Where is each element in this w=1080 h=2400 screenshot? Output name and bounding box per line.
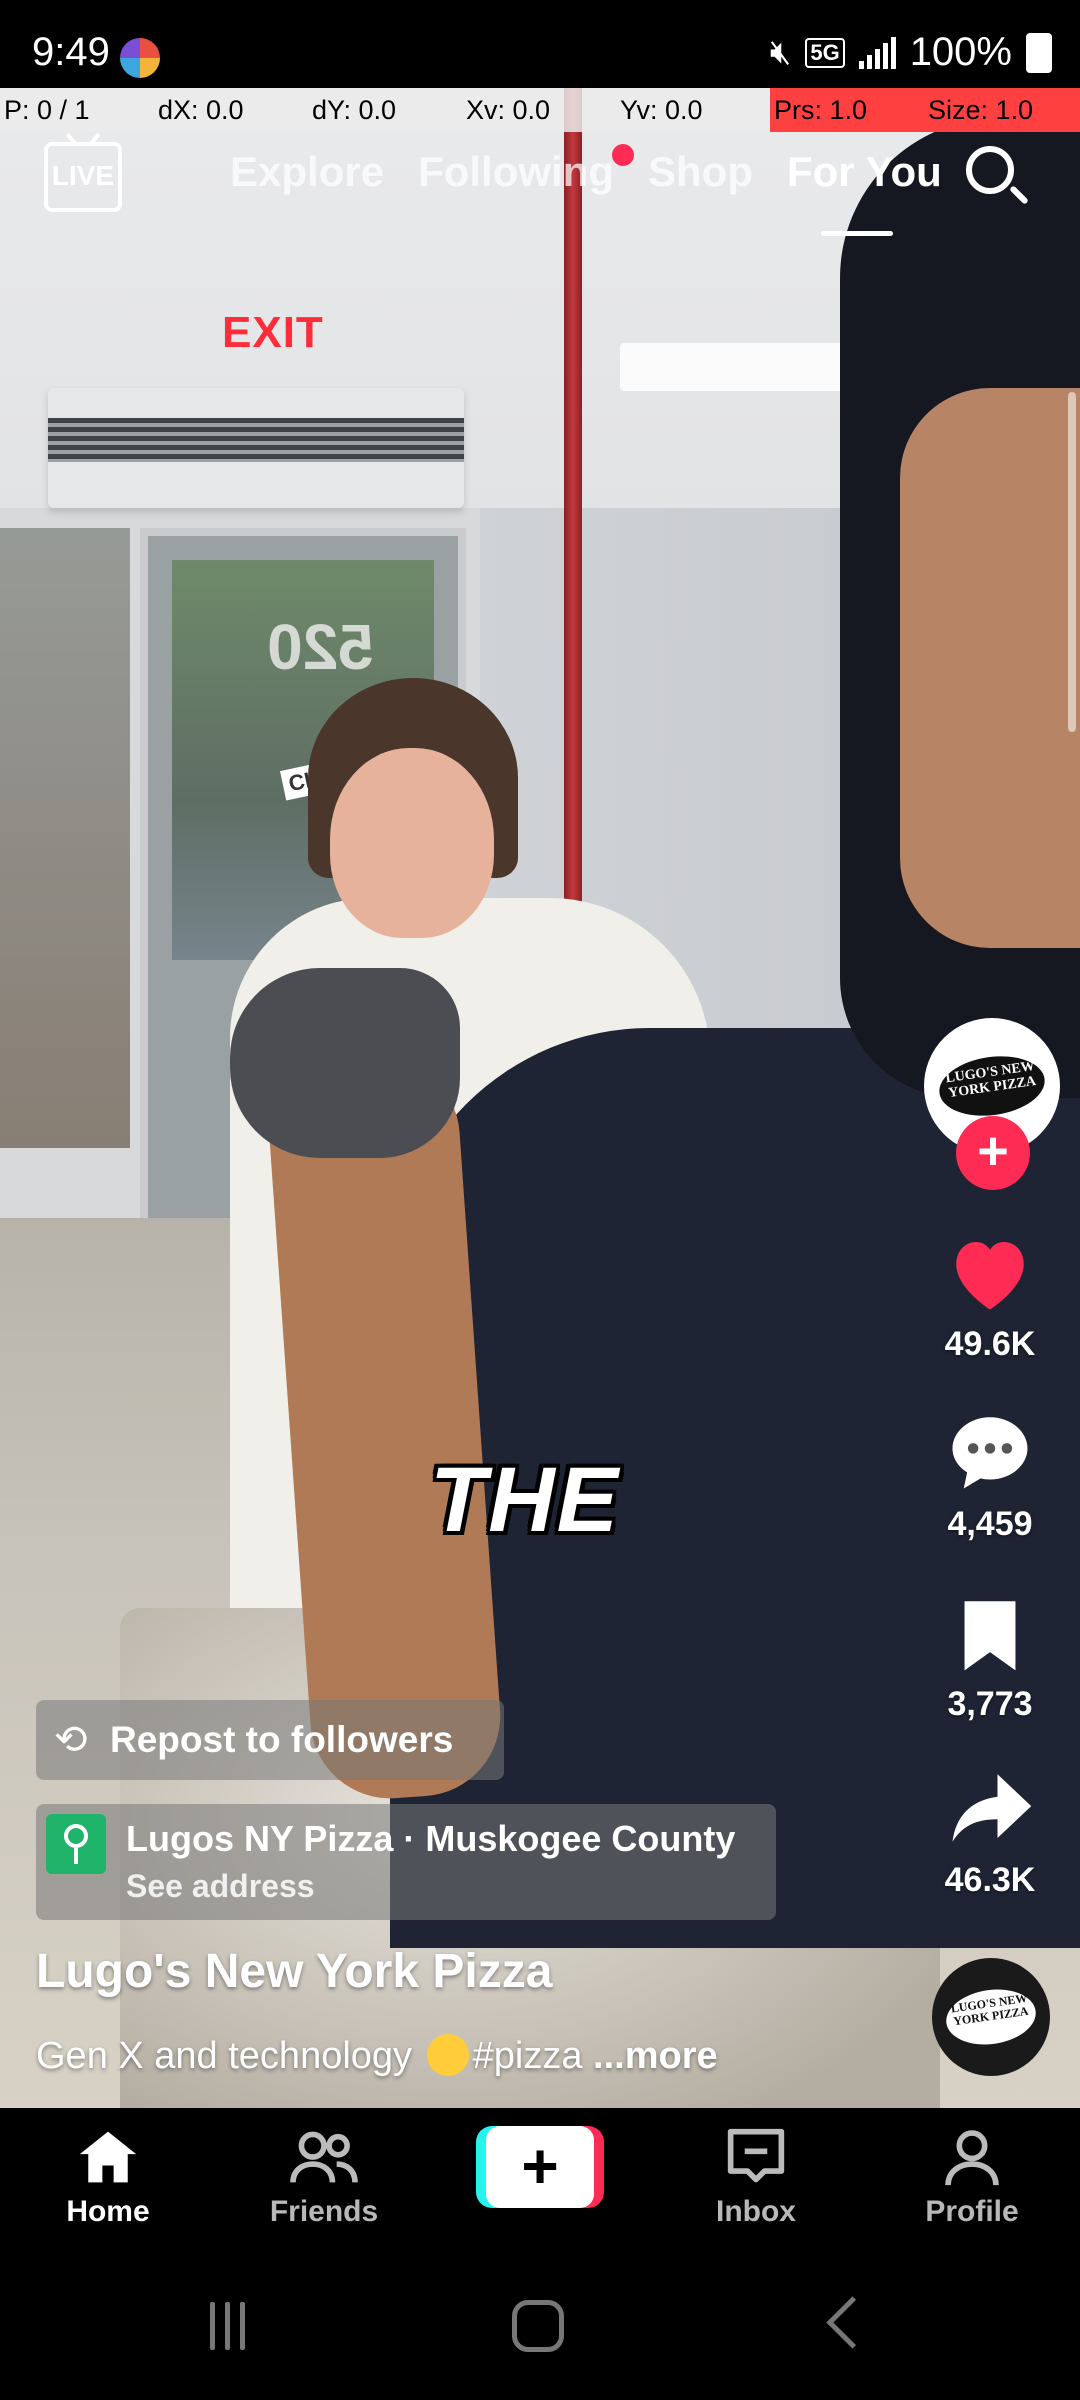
- bookmark-icon: [964, 1601, 1016, 1671]
- repost-button[interactable]: ⟲ Repost to followers: [36, 1700, 504, 1780]
- ceiling-light: [620, 343, 860, 391]
- friends-icon: [290, 2131, 358, 2183]
- door-number: 520: [267, 611, 374, 683]
- live-label: LIVE: [51, 160, 115, 191]
- share-icon: [952, 1774, 1032, 1842]
- hashtag-link[interactable]: #pizza: [473, 2035, 583, 2077]
- like-count: 49.6K: [944, 1325, 1036, 1363]
- repost-label: Repost to followers: [110, 1719, 454, 1760]
- face: [330, 748, 494, 938]
- location-pin-icon: [46, 1814, 106, 1874]
- face: [900, 388, 1080, 948]
- tab-inbox[interactable]: Inbox: [676, 2126, 836, 2229]
- debug-pointer: P: 0 / 1: [0, 88, 154, 132]
- location-card[interactable]: Lugos NY Pizza · Muskogee County See add…: [36, 1804, 776, 1920]
- battery-percent: 100%: [909, 30, 1012, 74]
- share-count: 46.3K: [944, 1861, 1036, 1899]
- search-icon[interactable]: [966, 146, 1014, 194]
- music-disc-logo: LUGO'S NEW YORK PIZZA: [942, 1984, 1040, 2050]
- clock: 9:49: [32, 30, 110, 74]
- scrollbar[interactable]: [1068, 392, 1076, 732]
- window: [0, 528, 130, 1148]
- tab-friends-label: Friends: [269, 2195, 379, 2228]
- location-title: Lugos NY Pizza · Muskogee County: [126, 1818, 736, 1859]
- home-nav-icon[interactable]: [512, 2300, 564, 2352]
- repost-icon: ⟲: [54, 1718, 88, 1762]
- tab-following[interactable]: Following: [418, 144, 635, 196]
- exit-sign: EXIT: [222, 308, 324, 357]
- signal-icon: [858, 36, 896, 69]
- debug-dx: dX: 0.0: [154, 88, 308, 132]
- description-text: Gen X and technology: [36, 2035, 413, 2077]
- comment-count: 4,459: [947, 1505, 1033, 1543]
- live-button[interactable]: LIVE: [44, 142, 122, 212]
- pointer-location-overlay: P: 0 / 1 dX: 0.0 dY: 0.0 Xv: 0.0 Yv: 0.0…: [0, 88, 1080, 132]
- tab-profile-label: Profile: [925, 2195, 1019, 2228]
- tab-friends[interactable]: Friends: [244, 2126, 404, 2229]
- more-link[interactable]: ...more: [593, 2035, 718, 2077]
- network-type: 5G: [805, 37, 845, 68]
- tab-explore[interactable]: Explore: [230, 148, 384, 196]
- follow-button[interactable]: +: [956, 1116, 1030, 1190]
- comment-button[interactable]: 4,459: [920, 1408, 1060, 1544]
- bookmark-count: 3,773: [947, 1685, 1033, 1723]
- tab-profile[interactable]: Profile: [892, 2126, 1052, 2229]
- recents-icon[interactable]: [210, 2302, 245, 2350]
- debug-dy: dY: 0.0: [308, 88, 462, 132]
- battery-icon: [1026, 32, 1052, 73]
- app-notification-icon: [120, 38, 160, 78]
- tab-following-label: Following: [418, 148, 615, 195]
- debug-size: Size: 1.0: [924, 88, 1080, 132]
- tab-home-label: Home: [66, 2195, 150, 2228]
- eye-roll-emoji-icon: [426, 2034, 469, 2076]
- notification-dot: [612, 144, 635, 166]
- debug-yv: Yv: 0.0: [616, 88, 770, 132]
- debug-pressure: Prs: 1.0: [770, 88, 924, 132]
- inbox-icon: [727, 2128, 785, 2183]
- gloved-fist: [230, 968, 460, 1158]
- see-address-link[interactable]: See address: [126, 1868, 315, 1905]
- profile-icon: [945, 2130, 999, 2186]
- bottom-tab-bar: Home Friends + Inbox Profile: [0, 2108, 1080, 2264]
- mute-icon: 🔇︎: [769, 33, 792, 71]
- heart-icon: [956, 1242, 1024, 1310]
- system-navigation-bar: [0, 2264, 1080, 2400]
- plus-icon: +: [486, 2126, 594, 2208]
- create-button[interactable]: +: [476, 2126, 604, 2208]
- air-conditioner: [48, 388, 464, 508]
- tab-shop[interactable]: Shop: [648, 148, 753, 196]
- feed-tabs: Explore Following Shop For You: [230, 144, 942, 236]
- bookmark-button[interactable]: 3,773: [920, 1594, 1060, 1724]
- comment-icon: [952, 1417, 1028, 1489]
- tab-home[interactable]: Home: [28, 2126, 188, 2229]
- tab-inbox-label: Inbox: [716, 2195, 796, 2228]
- home-icon: [79, 2131, 137, 2183]
- post-description: Gen X and technology #pizza ...more: [36, 2034, 718, 2078]
- top-navigation: LIVE Explore Following Shop For You: [0, 132, 1080, 252]
- music-disc[interactable]: LUGO'S NEW YORK PIZZA: [932, 1958, 1050, 2076]
- debug-xv: Xv: 0.0: [462, 88, 616, 132]
- back-icon[interactable]: [826, 2296, 879, 2349]
- like-button[interactable]: 49.6K: [920, 1230, 1060, 1364]
- author-name[interactable]: Lugo's New York Pizza: [36, 1944, 552, 1999]
- status-bar: 9:49 🔇︎ 5G 100%: [0, 0, 1080, 88]
- share-button[interactable]: 46.3K: [920, 1766, 1060, 1900]
- tab-for-you[interactable]: For You: [787, 148, 942, 236]
- avatar-logo: LUGO'S NEW YORK PIZZA: [935, 1049, 1049, 1123]
- video-caption: THE: [430, 1449, 620, 1551]
